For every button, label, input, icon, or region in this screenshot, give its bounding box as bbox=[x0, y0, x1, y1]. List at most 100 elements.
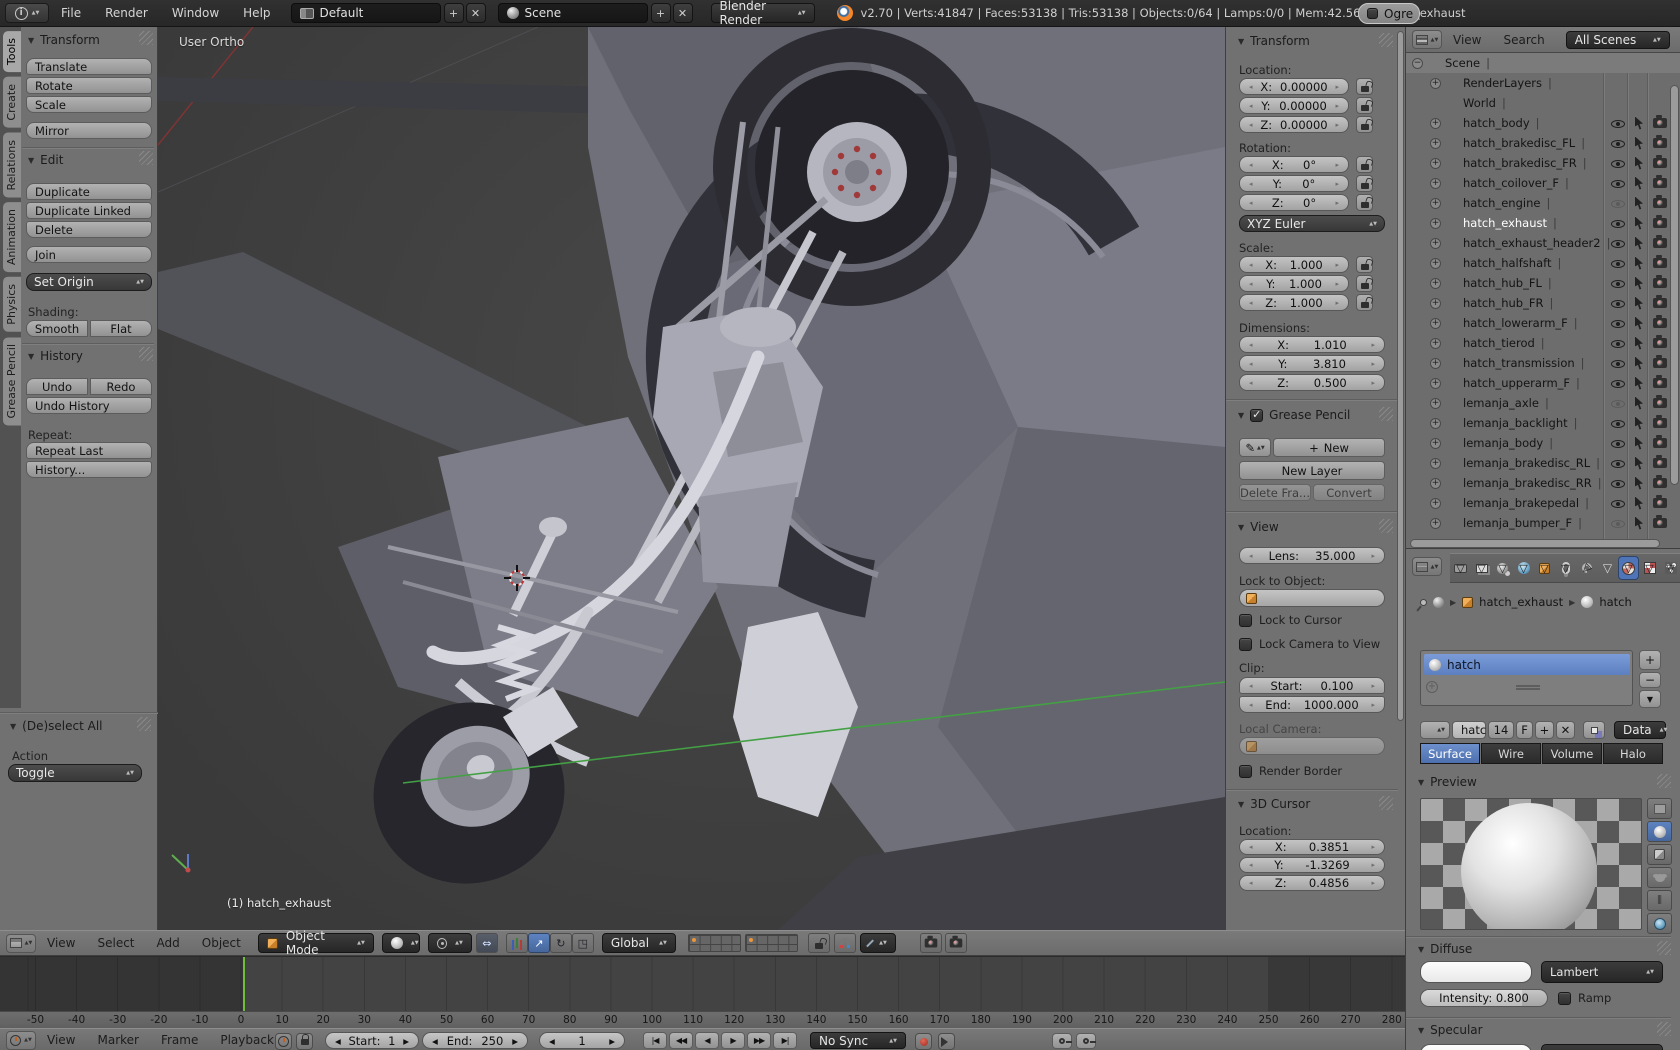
editor-type-dropdown[interactable]: ▲▼ bbox=[6, 1030, 36, 1050]
editor-type-dropdown[interactable]: ▲▼ bbox=[1412, 557, 1442, 576]
properties-tab[interactable]: ▽ bbox=[1513, 556, 1534, 580]
number-field-row[interactable]: ◂ Z: 0.4856 ▸ bbox=[1239, 875, 1385, 891]
lock-icon[interactable] bbox=[1356, 116, 1373, 133]
transport-button[interactable]: ▶| bbox=[773, 1032, 797, 1049]
material-slots-list[interactable]: hatch + bbox=[1420, 650, 1633, 706]
selectable-icon[interactable] bbox=[1635, 496, 1643, 510]
render-icon[interactable] bbox=[1653, 115, 1667, 128]
shelf-tab[interactable]: Tools bbox=[3, 31, 21, 73]
menu-item[interactable]: View bbox=[36, 936, 86, 950]
render-icon[interactable] bbox=[1653, 375, 1667, 388]
gp-new-layer-button[interactable]: New Layer bbox=[1239, 461, 1385, 480]
outliner-row[interactable]: + lemanja_body | bbox=[1406, 433, 1680, 453]
undo-button[interactable]: Undo bbox=[26, 378, 88, 395]
number-field-row[interactable]: ◂ Z: 0° ▸ bbox=[1239, 194, 1373, 211]
eye-icon[interactable] bbox=[1611, 217, 1625, 229]
render-icon[interactable] bbox=[1653, 235, 1667, 248]
expand-icon[interactable]: + bbox=[1430, 277, 1441, 289]
properties-tab[interactable]: ▽ bbox=[1576, 556, 1597, 580]
selectable-icon[interactable] bbox=[1635, 276, 1643, 290]
render-icon[interactable] bbox=[1653, 475, 1667, 488]
orientation-dropdown[interactable]: Global ▲▼ bbox=[601, 933, 676, 953]
render-engine-dropdown[interactable]: Blender Render ▲▼ bbox=[710, 0, 815, 27]
gp-new-button[interactable]: + New bbox=[1273, 438, 1385, 457]
layers-grid-2[interactable] bbox=[744, 934, 798, 952]
outliner-row[interactable]: − Scene | bbox=[1406, 53, 1680, 73]
scale-button[interactable]: Scale bbox=[26, 96, 152, 113]
properties-tab[interactable]: ▽ bbox=[1492, 556, 1513, 580]
eye-icon[interactable] bbox=[1611, 437, 1625, 449]
breadcrumb-material[interactable]: hatch bbox=[1599, 595, 1631, 609]
panel-drag-corner[interactable] bbox=[1379, 407, 1393, 421]
translate-button[interactable]: Translate bbox=[26, 58, 152, 75]
eye-icon[interactable] bbox=[1611, 417, 1625, 429]
render-icon[interactable] bbox=[1653, 355, 1667, 368]
expand-icon[interactable]: + bbox=[1430, 217, 1441, 229]
lock-to-cursor-row[interactable]: Lock to Cursor bbox=[1239, 613, 1342, 627]
view-panel-header[interactable]: ▼ View bbox=[1238, 520, 1279, 534]
eye-icon[interactable] bbox=[1611, 197, 1625, 209]
render-icon[interactable] bbox=[1653, 275, 1667, 288]
lock-to-cursor-checkbox[interactable] bbox=[1239, 613, 1252, 627]
expand-icon[interactable]: + bbox=[1430, 237, 1441, 249]
eye-icon[interactable] bbox=[1611, 297, 1625, 309]
panel-drag-corner[interactable] bbox=[139, 31, 153, 45]
timeline-ruler[interactable]: -50 -40 -30 -20 -10 0 10 20 30 40 50 60 70 80 90 100 110… bbox=[0, 1011, 1405, 1028]
panel-drag-corner[interactable] bbox=[139, 347, 153, 361]
screen-layout-selector[interactable]: Default bbox=[290, 3, 441, 23]
opengl-render-icon[interactable] bbox=[919, 933, 942, 953]
clip-start-field[interactable]: ◂ Start: 0.100 ▸ bbox=[1239, 677, 1385, 694]
nodes-button[interactable] bbox=[1583, 721, 1605, 739]
render-border-checkbox[interactable] bbox=[1239, 764, 1252, 778]
users-count-button[interactable]: 14 bbox=[1488, 721, 1514, 739]
list-resize-grip[interactable] bbox=[1516, 685, 1540, 690]
render-icon[interactable] bbox=[1653, 135, 1667, 148]
outliner-row[interactable]: + lemanja_brakedisc_RR | bbox=[1406, 473, 1680, 493]
preview-flat-button[interactable] bbox=[1647, 798, 1672, 819]
expand-icon[interactable]: + bbox=[1430, 317, 1441, 329]
menu-item[interactable]: Render bbox=[93, 6, 160, 20]
render-icon[interactable] bbox=[1653, 395, 1667, 408]
mode-dropdown[interactable]: Object Mode ▲▼ bbox=[257, 929, 374, 957]
lock-icon[interactable] bbox=[1356, 78, 1373, 95]
lock-time-icon[interactable] bbox=[296, 1033, 313, 1050]
shelf-tab[interactable]: Animation bbox=[3, 202, 21, 273]
edit-panel-header[interactable]: ▼ Edit bbox=[28, 153, 63, 167]
render-icon[interactable] bbox=[1653, 435, 1667, 448]
material-type-button[interactable]: Halo bbox=[1603, 743, 1663, 764]
eye-icon[interactable] bbox=[1611, 137, 1625, 149]
eye-icon[interactable] bbox=[1611, 457, 1625, 469]
lock-camera-checkbox[interactable] bbox=[1239, 637, 1252, 651]
npanel-transform-header[interactable]: ▼ Transform bbox=[1238, 34, 1310, 48]
number-field-row[interactable]: ◂ X: 1.000 ▸ bbox=[1239, 256, 1373, 273]
remove-slot-button[interactable]: − bbox=[1639, 672, 1661, 688]
expand-icon[interactable]: + bbox=[1430, 497, 1441, 509]
selectable-icon[interactable] bbox=[1635, 216, 1643, 230]
eye-icon[interactable] bbox=[1611, 377, 1625, 389]
expand-icon[interactable]: + bbox=[1430, 457, 1441, 469]
lock-icon[interactable] bbox=[1356, 275, 1373, 292]
expand-icon[interactable]: + bbox=[1430, 337, 1441, 349]
outliner-row[interactable]: + hatch_coilover_F | bbox=[1406, 173, 1680, 193]
render-icon[interactable] bbox=[1653, 495, 1667, 508]
expand-icon[interactable]: + bbox=[1430, 117, 1441, 129]
timeline-track[interactable] bbox=[0, 957, 1405, 1011]
selectable-icon[interactable] bbox=[1635, 176, 1643, 190]
clip-end-field[interactable]: ◂ End: 1000.000 ▸ bbox=[1239, 696, 1385, 713]
outliner-row[interactable]: + hatch_halfshaft | bbox=[1406, 253, 1680, 273]
outliner-row[interactable]: + hatch_hub_FR | bbox=[1406, 293, 1680, 313]
expand-icon[interactable]: + bbox=[1430, 417, 1441, 429]
selectable-icon[interactable] bbox=[1635, 236, 1643, 250]
specular-color-swatch[interactable] bbox=[1420, 1044, 1532, 1050]
lens-slider[interactable]: ◂ Lens: 35.000 ▸ bbox=[1239, 547, 1385, 564]
manipulator-toggle[interactable]: ⇔ bbox=[475, 933, 498, 953]
transform-panel-header[interactable]: ▼ Transform bbox=[28, 33, 100, 47]
mirror-button[interactable]: Mirror bbox=[26, 122, 152, 139]
outliner-row[interactable]: + hatch_engine | bbox=[1406, 193, 1680, 213]
lock-icon[interactable] bbox=[1356, 294, 1373, 311]
properties-tab[interactable]: ▽ bbox=[1534, 556, 1555, 580]
preview-range-icon[interactable] bbox=[275, 1033, 292, 1050]
material-type-button[interactable]: Wire bbox=[1481, 743, 1541, 764]
number-field-row[interactable]: ◂ Z: 0.00000 ▸ bbox=[1239, 116, 1373, 133]
editor-type-dropdown[interactable]: ▲▼ bbox=[6, 933, 36, 953]
